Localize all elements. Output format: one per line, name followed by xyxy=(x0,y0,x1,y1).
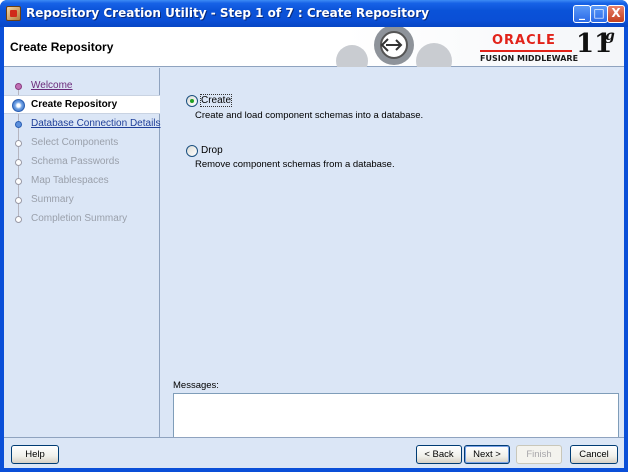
messages-area[interactable] xyxy=(173,393,619,438)
rcu-window: Repository Creation Utility - Step 1 of … xyxy=(0,0,628,472)
back-button[interactable]: < Back xyxy=(416,445,462,464)
minimize-button[interactable]: _ xyxy=(573,5,591,23)
finish-button: Finish xyxy=(516,445,562,464)
cancel-button[interactable]: Cancel xyxy=(570,445,618,464)
nav-item-summary: Summary xyxy=(4,191,160,210)
step-visited-icon xyxy=(15,83,22,90)
nav-item-label: Completion Summary xyxy=(31,213,128,224)
main-content: Create Create and load component schemas… xyxy=(161,68,624,438)
create-option-description: Create and load component schemas into a… xyxy=(195,110,424,121)
maximize-button[interactable]: □ xyxy=(590,5,608,23)
app-icon xyxy=(6,6,21,21)
nav-item-completion-summary: Completion Summary xyxy=(4,210,160,229)
window-title: Repository Creation Utility - Step 1 of … xyxy=(26,6,430,20)
step-pending-icon xyxy=(15,197,22,204)
nav-item-label: Database Connection Details xyxy=(31,118,161,129)
create-radio[interactable] xyxy=(186,95,198,107)
title-bar[interactable]: Repository Creation Utility - Step 1 of … xyxy=(0,0,628,27)
oracle-wordmark: ORACLE xyxy=(492,33,556,48)
gears-graphic-icon xyxy=(336,27,452,67)
nav-item-map-tablespaces: Map Tablespaces xyxy=(4,172,160,191)
step-pending-icon xyxy=(15,140,22,147)
drop-option-label[interactable]: Drop xyxy=(201,145,223,156)
nav-item-schema-passwords: Schema Passwords xyxy=(4,153,160,172)
step-current-icon xyxy=(12,99,25,112)
close-button[interactable]: X xyxy=(607,5,625,23)
nav-item-label: Welcome xyxy=(31,80,73,91)
step-next-icon xyxy=(15,121,22,128)
nav-item-database-connection[interactable]: Database Connection Details xyxy=(4,115,161,134)
nav-item-label: Create Repository xyxy=(31,99,118,110)
nav-item-label: Schema Passwords xyxy=(31,156,120,167)
version-suffix: g xyxy=(605,28,615,44)
drop-radio[interactable] xyxy=(186,145,198,157)
button-bar: Help < Back Next > Finish Cancel xyxy=(4,437,624,468)
nav-item-welcome[interactable]: Welcome xyxy=(4,77,160,96)
nav-item-label: Summary xyxy=(31,194,74,205)
drop-option-description: Remove component schemas from a database… xyxy=(195,159,395,170)
step-navigation: Welcome Create Repository Database Conne… xyxy=(4,68,161,437)
oracle-underline xyxy=(480,50,572,52)
help-button[interactable]: Help xyxy=(11,445,59,464)
step-pending-icon xyxy=(15,178,22,185)
nav-item-label: Map Tablespaces xyxy=(31,175,109,186)
create-option-label[interactable]: Create xyxy=(199,94,233,107)
page-header: Create Repository ORACLE FUSION MIDDLEWA… xyxy=(4,27,624,67)
client-area: Create Repository ORACLE FUSION MIDDLEWA… xyxy=(4,27,624,468)
page-title: Create Repository xyxy=(10,40,114,54)
nav-item-create-repository[interactable]: Create Repository xyxy=(4,95,160,114)
step-pending-icon xyxy=(15,159,22,166)
messages-label: Messages: xyxy=(173,380,219,391)
nav-item-select-components: Select Components xyxy=(4,134,160,153)
step-pending-icon xyxy=(15,216,22,223)
oracle-subtitle: FUSION MIDDLEWARE xyxy=(480,54,579,63)
nav-item-label: Select Components xyxy=(31,137,119,148)
next-button[interactable]: Next > xyxy=(464,445,510,464)
